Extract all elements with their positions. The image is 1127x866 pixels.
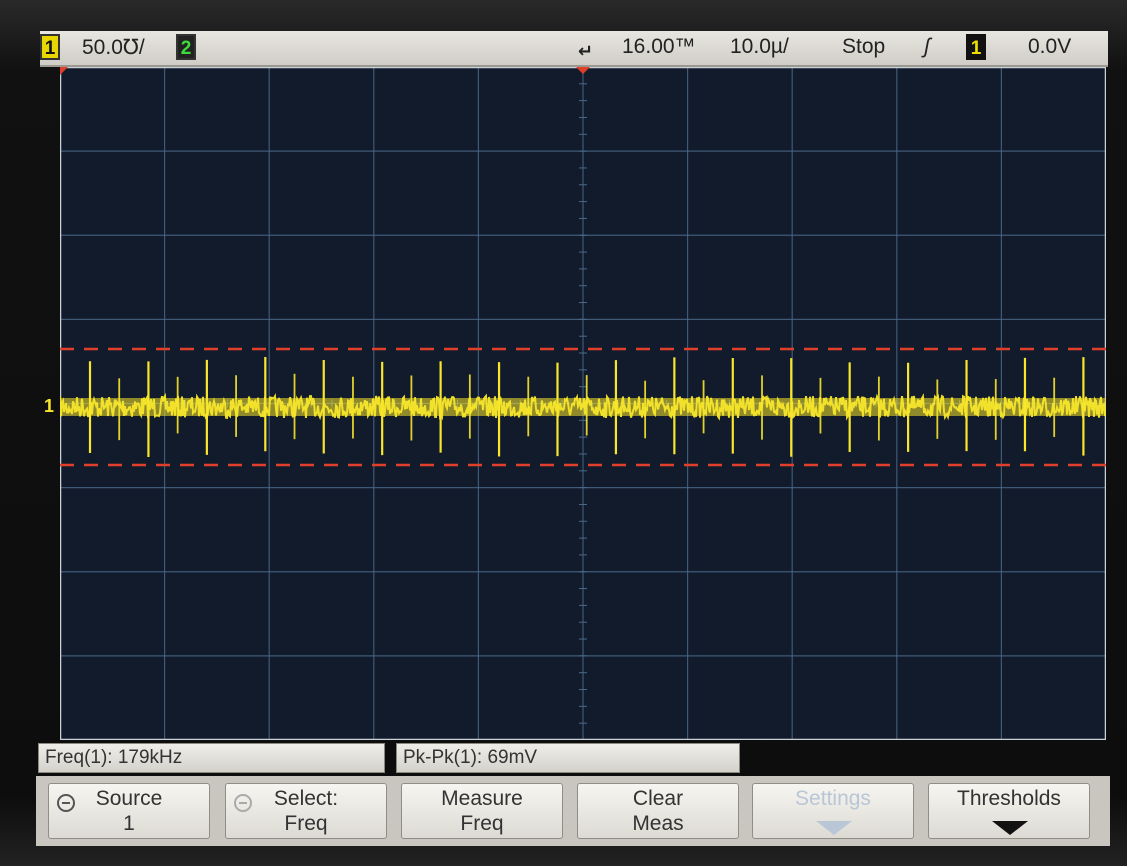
submenu-arrow-icon [992,821,1028,835]
entry-knob-icon [234,794,252,812]
submenu-arrow-icon [816,821,852,835]
waveform-graticule [60,67,1106,740]
softkey-value: Freq [284,812,328,835]
clear-meas-softkey[interactable]: Clear Meas [577,783,739,839]
softkey-label: Thresholds [957,787,1061,810]
entry-knob-icon [57,794,75,812]
softkey-label: Settings [795,787,871,810]
trigger-source-badge: 1 [966,34,986,60]
waveform-noise-band [60,398,1106,416]
channel-2-badge[interactable]: 2 [176,34,196,60]
softkey-label: Clear [632,787,684,810]
channel-1-scale: 50.0℧/ [82,36,145,59]
ground-reference-marker: 1 [43,396,54,416]
select-softkey[interactable]: Select: Freq [225,783,387,839]
softkey-label: Source [95,787,163,810]
status-bar: 1 50.0℧/ 2 ↵ 16.00™ 10.0µ/ Stop ʃ 1 0.0V [40,31,1108,67]
trigger-edge-icon: ʃ [924,35,931,58]
channel-1-badge[interactable]: 1 [40,34,60,60]
softkey-value: 1 [123,812,135,835]
source-softkey[interactable]: Source 1 [48,783,210,839]
trigger-level: 0.0V [1028,35,1072,58]
measurement-frequency: Freq(1): 179kHz [38,743,385,773]
measurement-peak-to-peak: Pk-Pk(1): 69mV [396,743,740,773]
thresholds-softkey[interactable]: Thresholds [928,783,1090,839]
trigger-position-icon: ↵ [578,41,594,61]
measure-softkey[interactable]: Measure Freq [401,783,563,839]
waveform-display [60,67,1106,740]
softkey-label: Measure [441,787,523,810]
run-state: Stop [842,35,886,58]
softkey-label: Select: [273,787,339,810]
settings-softkey[interactable]: Settings [752,783,914,839]
softkey-value: Freq [460,812,504,835]
timebase-scale: 10.0µ/ [730,35,789,58]
horizontal-delay: 16.00™ [622,35,696,58]
softkey-value: Meas [632,812,684,835]
trigger-position-marker [576,67,590,74]
